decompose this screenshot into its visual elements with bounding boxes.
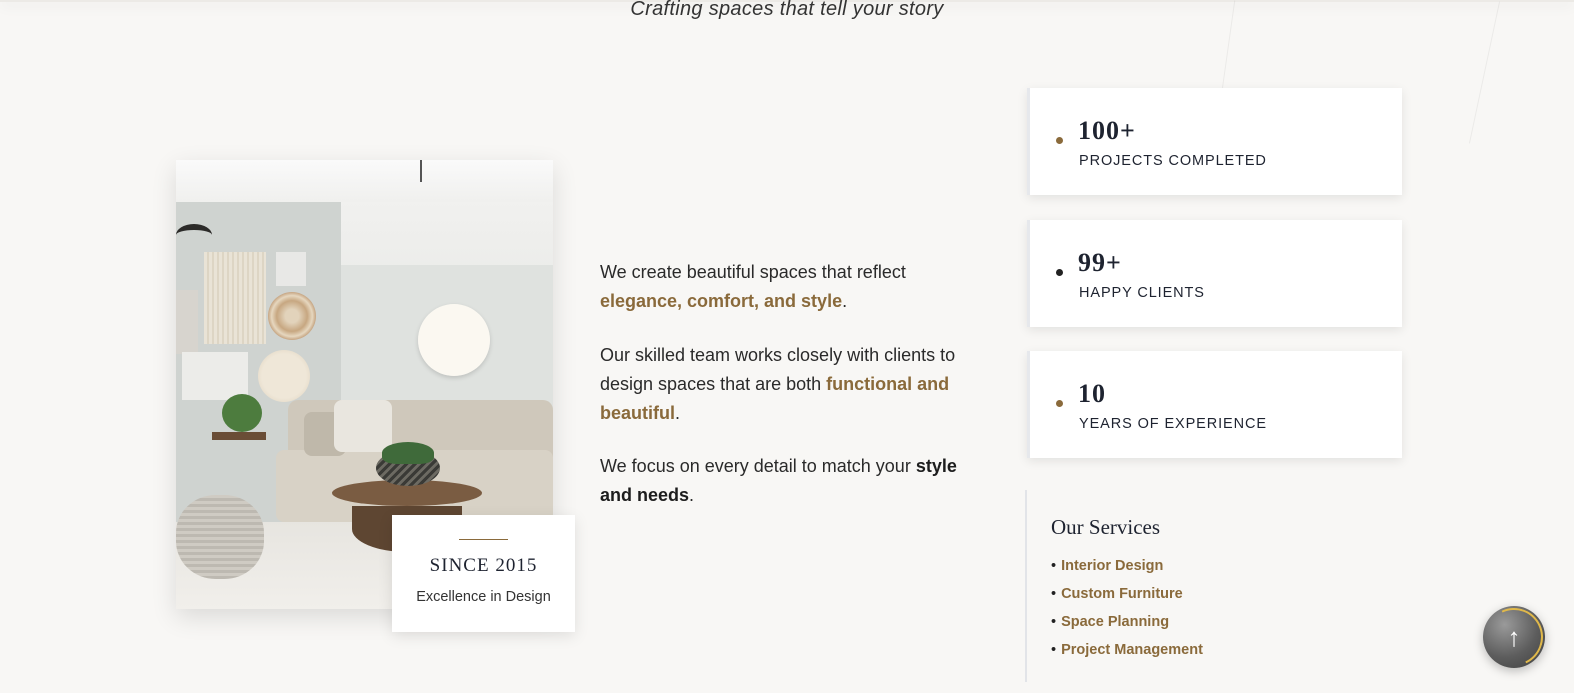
bullet-dot-icon	[1056, 137, 1063, 144]
stat-label: YEARS OF EXPERIENCE	[1079, 416, 1267, 432]
about-punct: .	[842, 291, 848, 311]
page-tagline: Crafting spaces that tell your story	[630, 0, 944, 20]
about-paragraph-3: We focus on every detail to match your s…	[600, 452, 980, 510]
progress-ring	[1476, 599, 1552, 675]
stat-value: 99+	[1078, 248, 1122, 277]
decorative-line	[1468, 1, 1501, 144]
service-label: Project Management	[1061, 642, 1203, 658]
about-punct: .	[689, 485, 695, 505]
stat-card-clients: 99+ HAPPY CLIENTS	[1027, 220, 1402, 327]
bullet-icon: •	[1051, 586, 1057, 602]
wall-clock-icon	[418, 304, 490, 376]
accent-divider	[459, 539, 508, 540]
stat-value: 100+	[1078, 116, 1136, 145]
since-subtitle: Excellence in Design	[416, 589, 551, 605]
scroll-to-top-button[interactable]: ↑	[1476, 599, 1552, 675]
since-title: SINCE 2015	[429, 555, 538, 576]
stat-label: HAPPY CLIENTS	[1079, 285, 1205, 301]
service-item-space-planning[interactable]: • Space Planning	[1051, 608, 1203, 636]
service-label: Custom Furniture	[1061, 586, 1183, 602]
bullet-icon: •	[1051, 558, 1057, 574]
service-label: Space Planning	[1061, 614, 1170, 630]
services-title: Our Services	[1051, 515, 1161, 539]
about-text: We create beautiful spaces that reflect	[600, 262, 906, 282]
stat-card-projects: 100+ PROJECTS COMPLETED	[1027, 88, 1402, 195]
about-text: We focus on every detail to match your	[600, 456, 916, 476]
about-paragraph-1: We create beautiful spaces that reflect …	[600, 258, 980, 316]
bullet-dot-icon	[1056, 269, 1063, 276]
service-item-project-management[interactable]: • Project Management	[1051, 636, 1203, 664]
bullet-dot-icon	[1056, 400, 1063, 407]
stat-label: PROJECTS COMPLETED	[1079, 153, 1267, 169]
service-item-interior-design[interactable]: • Interior Design	[1051, 552, 1203, 580]
about-paragraph-2: Our skilled team works closely with clie…	[600, 341, 980, 428]
service-item-custom-furniture[interactable]: • Custom Furniture	[1051, 580, 1203, 608]
service-label: Interior Design	[1061, 558, 1164, 574]
services-list: • Interior Design • Custom Furniture • Spac…	[1051, 552, 1203, 664]
bullet-icon: •	[1051, 642, 1057, 658]
since-badge-card: SINCE 2015 Excellence in Design	[392, 515, 575, 632]
stat-value: 10	[1078, 379, 1106, 408]
about-accent: elegance, comfort, and style	[600, 291, 843, 311]
services-panel: Our Services • Interior Design • Custom Fu…	[1025, 490, 1407, 682]
about-punct: .	[675, 403, 681, 423]
bullet-icon: •	[1051, 614, 1057, 630]
stat-card-experience: 10 YEARS OF EXPERIENCE	[1027, 351, 1402, 458]
